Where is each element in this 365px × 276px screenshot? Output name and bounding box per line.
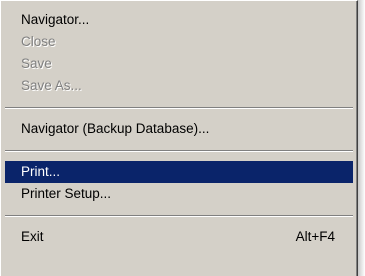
menu-item-exit[interactable]: Exit Alt+F4 xyxy=(5,226,353,248)
menu-item-label: Navigator (Backup Database)... xyxy=(21,121,210,136)
menu-item-printer-setup[interactable]: Printer Setup... xyxy=(5,183,353,205)
menu-item-label: Printer Setup... xyxy=(21,186,112,201)
menu-item-navigator-backup[interactable]: Navigator (Backup Database)... xyxy=(5,118,353,140)
menu-edge-fade xyxy=(358,0,365,276)
menu-item-label: Save As... xyxy=(21,78,82,93)
menu-item-label: Close xyxy=(21,34,56,49)
menu-item-save-as[interactable]: Save As... xyxy=(5,75,353,97)
menu-item-print[interactable]: Print... xyxy=(5,161,353,183)
menu-item-label: Navigator... xyxy=(21,12,90,27)
menu-item-label: Exit xyxy=(21,229,44,244)
menu-separator xyxy=(5,215,353,217)
file-menu: Navigator... Close Save Save As... Navig… xyxy=(0,0,358,276)
menu-item-label: Print... xyxy=(21,164,61,179)
menu-item-save[interactable]: Save xyxy=(5,53,353,75)
menu-item-close[interactable]: Close xyxy=(5,31,353,53)
menu-separator xyxy=(5,150,353,152)
menu-item-shortcut: Alt+F4 xyxy=(295,229,335,244)
menu-item-label: Save xyxy=(21,56,52,71)
menu-item-navigator[interactable]: Navigator... xyxy=(5,9,353,31)
menu-separator xyxy=(5,107,353,109)
